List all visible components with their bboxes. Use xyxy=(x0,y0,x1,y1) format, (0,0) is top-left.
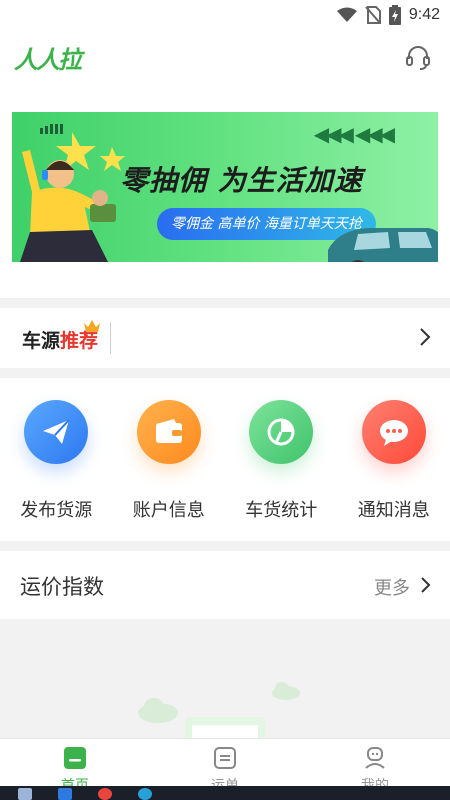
section-divider xyxy=(0,368,450,378)
publish-cargo-circle xyxy=(24,400,89,464)
cargo-stats-button[interactable]: 车货统计 xyxy=(225,378,338,541)
waybill-icon xyxy=(214,747,236,769)
home-icon xyxy=(64,747,86,769)
chevron-right-icon xyxy=(420,328,431,346)
taskbar-app-icon[interactable] xyxy=(18,788,32,800)
account-info-circle xyxy=(136,400,201,464)
freight-index-header: 运价指数 更多 xyxy=(0,551,450,619)
quick-actions-grid: 发布货源 账户信息 车货统计 通知消息 xyxy=(0,378,450,541)
notifications-button[interactable]: 通知消息 xyxy=(338,378,450,541)
freight-index-content xyxy=(0,619,450,739)
no-sim-icon xyxy=(365,6,381,24)
notifications-circle xyxy=(361,400,426,464)
paper-plane-icon xyxy=(43,419,70,444)
app-screen: 9:42 人人拉 ◀◀◀ ◀◀◀ 零抽佣 为生活加速 零佣金 高单价 海量订单天… xyxy=(0,0,450,800)
section-divider xyxy=(0,541,450,551)
tab-home[interactable]: 首页 xyxy=(0,739,150,794)
status-time: 9:42 xyxy=(408,6,440,23)
section-divider xyxy=(0,298,450,308)
app-header: 人人拉 xyxy=(0,36,450,80)
crown-icon xyxy=(84,320,100,332)
taskbar-app-icon[interactable] xyxy=(58,788,72,800)
chrome-icon[interactable] xyxy=(98,788,112,800)
host-taskbar xyxy=(0,786,450,800)
edge-icon[interactable] xyxy=(138,788,152,800)
freight-index-title: 运价指数 xyxy=(20,575,104,599)
promo-banner[interactable]: ◀◀◀ ◀◀◀ 零抽佣 为生活加速 零佣金 高单价 海量订单天天抢 xyxy=(12,112,438,262)
grid-label: 发布货源 xyxy=(20,500,93,521)
customer-service-button[interactable] xyxy=(404,44,432,72)
status-icons: 9:42 xyxy=(336,5,440,25)
bottom-tab-bar: 首页 运单 我的 xyxy=(0,738,450,794)
publish-cargo-button[interactable]: 发布货源 xyxy=(0,378,113,541)
status-bar: 9:42 xyxy=(0,0,450,30)
grid-label: 通知消息 xyxy=(357,500,430,521)
banner-car-illustration xyxy=(328,228,438,262)
wallet-icon xyxy=(155,419,182,443)
wifi-icon xyxy=(336,7,357,22)
tab-waybill[interactable]: 运单 xyxy=(150,739,300,794)
recommend-title-black: 车源 xyxy=(22,330,61,352)
profile-icon xyxy=(365,747,385,769)
battery-charging-icon xyxy=(388,5,401,25)
app-logo: 人人拉 xyxy=(14,46,82,74)
chat-bubble-icon xyxy=(379,420,408,446)
vehicle-recommend-row[interactable]: 车源推荐 xyxy=(0,308,450,368)
pie-chart-icon xyxy=(267,418,295,446)
arrow-decoration: ◀◀◀ ◀◀◀ xyxy=(313,122,395,146)
account-info-button[interactable]: 账户信息 xyxy=(113,378,226,541)
tab-profile[interactable]: 我的 xyxy=(300,739,450,794)
empty-state-illustration xyxy=(138,682,300,739)
cargo-stats-circle xyxy=(249,400,314,464)
chevron-right-icon[interactable] xyxy=(420,575,432,595)
banner-title: 零抽佣 为生活加速 xyxy=(120,164,363,197)
recommend-divider xyxy=(110,322,111,354)
headset-icon xyxy=(406,46,430,70)
grid-label: 账户信息 xyxy=(132,500,205,521)
recommend-title-red: 推荐 xyxy=(60,330,99,352)
more-link[interactable]: 更多 xyxy=(374,574,410,600)
grid-label: 车货统计 xyxy=(245,500,318,521)
